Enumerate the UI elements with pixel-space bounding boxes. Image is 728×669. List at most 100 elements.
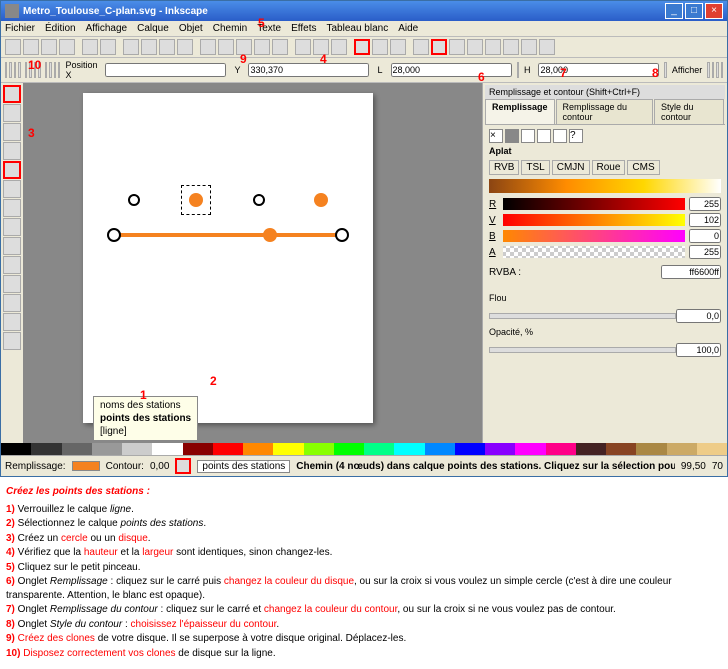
tab-cms[interactable]: CMS [627, 160, 659, 175]
toolbar-button[interactable] [236, 39, 252, 55]
tab-rvb[interactable]: RVB [489, 160, 519, 175]
menu-edit[interactable]: Édition [45, 23, 76, 34]
station-disc-selected[interactable] [189, 193, 203, 207]
node-tool[interactable] [3, 104, 21, 122]
toolbar-button[interactable] [539, 39, 555, 55]
close-button[interactable]: × [705, 3, 723, 19]
station-circle[interactable] [128, 194, 140, 206]
line-node[interactable] [263, 228, 277, 242]
layers-popup[interactable]: noms des stations points des stations [l… [93, 396, 198, 441]
color-palette[interactable] [1, 443, 727, 455]
paint-linear-button[interactable] [521, 129, 535, 143]
blur-slider[interactable] [489, 313, 676, 319]
menu-path[interactable]: Chemin [213, 23, 247, 34]
width-input[interactable] [391, 63, 512, 77]
tab-fill[interactable]: Remplissage [485, 99, 555, 124]
toolbar-button[interactable] [141, 39, 157, 55]
height-input[interactable] [538, 63, 659, 77]
lock-ratio-icon[interactable] [517, 62, 519, 78]
dropper-tool[interactable] [3, 313, 21, 331]
maximize-button[interactable]: □ [685, 3, 703, 19]
menu-help[interactable]: Aide [398, 23, 418, 34]
opt-button[interactable] [58, 62, 60, 78]
menu-text[interactable]: Texte [257, 23, 281, 34]
opt-button[interactable] [25, 62, 27, 78]
menu-effects[interactable]: Effets [291, 23, 316, 34]
text-tool[interactable] [3, 275, 21, 293]
star-tool[interactable] [3, 180, 21, 198]
menu-whiteboard[interactable]: Tableau blanc [326, 23, 388, 34]
paint-flat-button[interactable] [505, 129, 519, 143]
opt-button[interactable] [38, 62, 40, 78]
toolbar-button[interactable] [295, 39, 311, 55]
lock-icon[interactable] [175, 458, 191, 474]
rvba-input[interactable] [661, 265, 721, 279]
opacity-slider[interactable] [489, 347, 676, 353]
toolbar-clone-button[interactable] [354, 39, 370, 55]
toolbar-button[interactable] [123, 39, 139, 55]
toolbar-button[interactable] [390, 39, 406, 55]
toolbar-button[interactable] [5, 39, 21, 55]
opt-button[interactable] [29, 62, 31, 78]
a-slider[interactable] [503, 246, 685, 258]
toolbar-button[interactable] [177, 39, 193, 55]
menu-file[interactable]: Fichier [5, 23, 35, 34]
layer-option-active[interactable]: points des stations [98, 412, 193, 425]
a-input[interactable] [689, 245, 721, 259]
metro-line[interactable] [113, 233, 343, 237]
b-input[interactable] [689, 229, 721, 243]
toolbar-button[interactable] [100, 39, 116, 55]
zoom-tool[interactable] [3, 123, 21, 141]
toolbar-button[interactable] [313, 39, 329, 55]
layer-selector[interactable]: points des stations [197, 460, 290, 473]
menu-layer[interactable]: Calque [137, 23, 169, 34]
toolbar-button[interactable] [449, 39, 465, 55]
paint-unknown-button[interactable]: ? [569, 129, 583, 143]
tab-wheel[interactable]: Roue [592, 160, 626, 175]
minimize-button[interactable]: _ [665, 3, 683, 19]
r-slider[interactable] [503, 198, 685, 210]
paint-radial-button[interactable] [537, 129, 551, 143]
canvas[interactable] [83, 93, 373, 423]
station-circle[interactable] [253, 194, 265, 206]
y-input[interactable] [248, 63, 369, 77]
layer-option[interactable]: [ligne] [98, 425, 193, 438]
opt-button[interactable] [34, 62, 36, 78]
opt-button[interactable] [712, 62, 714, 78]
station-disc[interactable] [314, 193, 328, 207]
pencil-tool[interactable] [3, 218, 21, 236]
toolbar-button[interactable] [218, 39, 234, 55]
connector-tool[interactable] [3, 332, 21, 350]
posx-input[interactable] [105, 63, 226, 77]
paint-pattern-button[interactable] [553, 129, 567, 143]
toolbar-button[interactable] [82, 39, 98, 55]
toolbar-button[interactable] [485, 39, 501, 55]
opacity-input[interactable] [676, 343, 721, 357]
opt-button[interactable] [45, 62, 47, 78]
toolbar-button[interactable] [467, 39, 483, 55]
toolbar-button[interactable] [521, 39, 537, 55]
tab-stroke-paint[interactable]: Remplissage du contour [556, 99, 654, 124]
spiral-tool[interactable] [3, 199, 21, 217]
fill-swatch[interactable] [72, 461, 100, 471]
paint-none-button[interactable]: × [489, 129, 503, 143]
bezier-tool[interactable] [3, 237, 21, 255]
b-slider[interactable] [503, 230, 685, 242]
r-input[interactable] [689, 197, 721, 211]
opt-button[interactable] [721, 62, 723, 78]
opt-button[interactable] [49, 62, 51, 78]
rect-tool[interactable] [3, 142, 21, 160]
selector-tool[interactable] [3, 85, 21, 103]
opt-button[interactable] [54, 62, 56, 78]
toolbar-button[interactable] [41, 39, 57, 55]
toolbar-button[interactable] [372, 39, 388, 55]
calligraphy-tool[interactable] [3, 256, 21, 274]
ellipse-tool[interactable] [3, 161, 21, 179]
toolbar-button[interactable] [331, 39, 347, 55]
opt-button[interactable] [707, 62, 709, 78]
gradient-tool[interactable] [3, 294, 21, 312]
opt-button[interactable] [9, 62, 11, 78]
menu-view[interactable]: Affichage [86, 23, 128, 34]
toolbar-paint-button[interactable] [431, 39, 447, 55]
v-input[interactable] [689, 213, 721, 227]
